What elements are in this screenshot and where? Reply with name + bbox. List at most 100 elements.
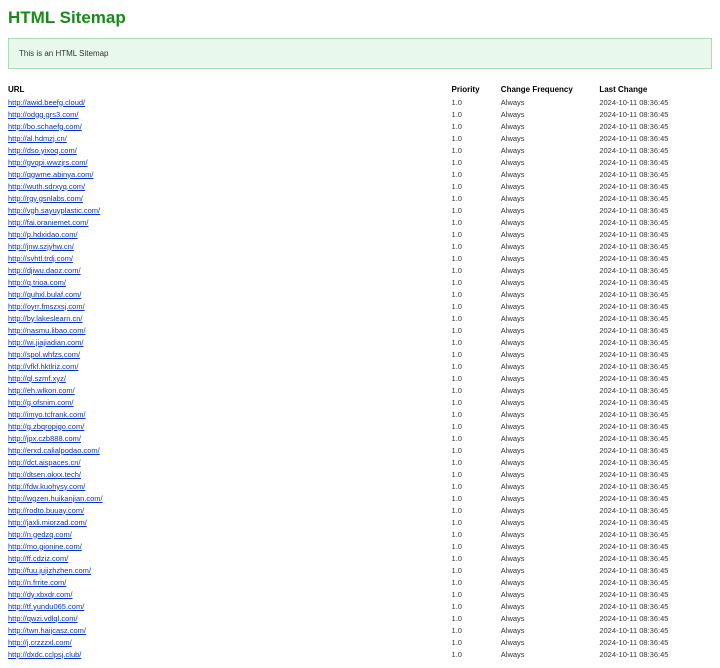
changefreq-cell: Always — [501, 516, 600, 528]
changefreq-cell: Always — [501, 384, 600, 396]
lastchange-cell: 2024-10-11 08:36:45 — [599, 576, 712, 588]
sitemap-link[interactable]: http://dso.yixoq.com/ — [8, 146, 77, 155]
table-row: http://ff.cdziz.com/1.0Always2024-10-11 … — [8, 552, 712, 564]
sitemap-link[interactable]: http://bo.schaefg.com/ — [8, 122, 82, 131]
sitemap-link[interactable]: http://jpx.czb888.com/ — [8, 434, 81, 443]
changefreq-cell: Always — [501, 456, 600, 468]
priority-cell: 1.0 — [452, 408, 501, 420]
sitemap-link[interactable]: http://spol.whfzs.com/ — [8, 350, 80, 359]
sitemap-link[interactable]: http://n.frrite.com/ — [8, 578, 66, 587]
sitemap-link[interactable]: http://q.trioa.com/ — [8, 278, 66, 287]
lastchange-cell: 2024-10-11 08:36:45 — [599, 636, 712, 648]
sitemap-link[interactable]: http://qgwme.abinya.com/ — [8, 170, 93, 179]
changefreq-cell: Always — [501, 588, 600, 600]
changefreq-cell: Always — [501, 192, 600, 204]
sitemap-link[interactable]: http://wi.jiajiadian.com/ — [8, 338, 83, 347]
changefreq-cell: Always — [501, 144, 600, 156]
sitemap-link[interactable]: http://ff.cdziz.com/ — [8, 554, 68, 563]
priority-cell: 1.0 — [452, 264, 501, 276]
sitemap-link[interactable]: http://g.ofsnim.com/ — [8, 398, 73, 407]
priority-cell: 1.0 — [452, 612, 501, 624]
sitemap-link[interactable]: http://nasmu.libao.com/ — [8, 326, 86, 335]
table-row: http://p.hdxidao.com/1.0Always2024-10-11… — [8, 228, 712, 240]
priority-cell: 1.0 — [452, 504, 501, 516]
priority-cell: 1.0 — [452, 396, 501, 408]
sitemap-link[interactable]: http://fdw.kuohysy.com/ — [8, 482, 85, 491]
lastchange-cell: 2024-10-11 08:36:45 — [599, 444, 712, 456]
priority-cell: 1.0 — [452, 456, 501, 468]
priority-cell: 1.0 — [452, 192, 501, 204]
sitemap-link[interactable]: http://g.zbqropigo.com/ — [8, 422, 84, 431]
sitemap-link[interactable]: http://ql.szmf.xyz/ — [8, 374, 66, 383]
lastchange-cell: 2024-10-11 08:36:45 — [599, 156, 712, 168]
lastchange-cell: 2024-10-11 08:36:45 — [599, 312, 712, 324]
changefreq-cell: Always — [501, 252, 600, 264]
sitemap-link[interactable]: http://vgh.sayuyplastic.com/ — [8, 206, 100, 215]
sitemap-link[interactable]: http://wgzen.huikanjian.com/ — [8, 494, 103, 503]
sitemap-link[interactable]: http://n.gedzq.com/ — [8, 530, 72, 539]
lastchange-cell: 2024-10-11 08:36:45 — [599, 180, 712, 192]
sitemap-link[interactable]: http://erxd.calialpodao.com/ — [8, 446, 100, 455]
lastchange-cell: 2024-10-11 08:36:45 — [599, 264, 712, 276]
priority-cell: 1.0 — [452, 432, 501, 444]
changefreq-cell: Always — [501, 120, 600, 132]
priority-cell: 1.0 — [452, 420, 501, 432]
page-title: HTML Sitemap — [8, 8, 712, 28]
table-row: http://quhxl.bulaf.com/1.0Always2024-10-… — [8, 288, 712, 300]
sitemap-link[interactable]: http://fuu.jujizhzhen.com/ — [8, 566, 91, 575]
changefreq-cell: Always — [501, 288, 600, 300]
changefreq-cell: Always — [501, 420, 600, 432]
lastchange-cell: 2024-10-11 08:36:45 — [599, 216, 712, 228]
sitemap-link[interactable]: http://twn.haijcasz.com/ — [8, 626, 86, 635]
lastchange-cell: 2024-10-11 08:36:45 — [599, 552, 712, 564]
sitemap-link[interactable]: http://dxdc.cclpsj.club/ — [8, 650, 81, 659]
table-row: http://gvqpi.wwzjrs.com/1.0Always2024-10… — [8, 156, 712, 168]
sitemap-link[interactable]: http://odgg.grs3.com/ — [8, 110, 78, 119]
sitemap-link[interactable]: http://quhxl.bulaf.com/ — [8, 290, 81, 299]
sitemap-link[interactable]: http://mo.gionine.com/ — [8, 542, 82, 551]
sitemap-link[interactable]: http://rgy.gsnlabs.com/ — [8, 194, 83, 203]
lastchange-cell: 2024-10-11 08:36:45 — [599, 396, 712, 408]
sitemap-link[interactable]: http://wuth.sdrxyq.com/ — [8, 182, 85, 191]
sitemap-link[interactable]: http://gvqpi.wwzjrs.com/ — [8, 158, 88, 167]
sitemap-link[interactable]: http://vfkf.hktlriz.com/ — [8, 362, 78, 371]
priority-cell: 1.0 — [452, 240, 501, 252]
table-row: http://g.ofsnim.com/1.0Always2024-10-11 … — [8, 396, 712, 408]
changefreq-cell: Always — [501, 636, 600, 648]
priority-cell: 1.0 — [452, 336, 501, 348]
priority-cell: 1.0 — [452, 324, 501, 336]
sitemap-link[interactable]: http://jnw.szjyhw.cn/ — [8, 242, 74, 251]
table-row: http://mo.gionine.com/1.0Always2024-10-1… — [8, 540, 712, 552]
sitemap-link[interactable]: http://imyo.tcfrank.com/ — [8, 410, 86, 419]
table-row: http://jpx.czb888.com/1.0Always2024-10-1… — [8, 432, 712, 444]
priority-cell: 1.0 — [452, 132, 501, 144]
sitemap-link[interactable]: http://eh.wlkon.com/ — [8, 386, 75, 395]
sitemap-link[interactable]: http://djiwu.daoz.com/ — [8, 266, 81, 275]
sitemap-link[interactable]: http://dtsen.okxx.tech/ — [8, 470, 81, 479]
sitemap-link[interactable]: http://tf.yundu065.com/ — [8, 602, 84, 611]
sitemap-link[interactable]: http://dct.aispaces.cn/ — [8, 458, 81, 467]
changefreq-cell: Always — [501, 228, 600, 240]
sitemap-link[interactable]: http://p.hdxidao.com/ — [8, 230, 78, 239]
sitemap-link[interactable]: http://qwzi.vdlql.com/ — [8, 614, 78, 623]
lastchange-cell: 2024-10-11 08:36:45 — [599, 348, 712, 360]
sitemap-link[interactable]: http://j.crzzzxl.com/ — [8, 638, 72, 647]
sitemap-link[interactable]: http://al.hdmzj.cn/ — [8, 134, 67, 143]
table-row: http://awid.beefg.cloud/1.0Always2024-10… — [8, 96, 712, 108]
priority-cell: 1.0 — [452, 480, 501, 492]
priority-cell: 1.0 — [452, 552, 501, 564]
changefreq-cell: Always — [501, 180, 600, 192]
sitemap-link[interactable]: http://oyrr.fmszxsj.com/ — [8, 302, 85, 311]
changefreq-cell: Always — [501, 624, 600, 636]
lastchange-cell: 2024-10-11 08:36:45 — [599, 168, 712, 180]
sitemap-link[interactable]: http://dy.xbxdr.com/ — [8, 590, 72, 599]
sitemap-link[interactable]: http://rodto.buuay.com/ — [8, 506, 84, 515]
changefreq-cell: Always — [501, 348, 600, 360]
sitemap-link[interactable]: http://svhtl.trdj.com/ — [8, 254, 73, 263]
sitemap-link[interactable]: http://awid.beefg.cloud/ — [8, 98, 85, 107]
sitemap-link[interactable]: http://by.lakeslearn.cn/ — [8, 314, 82, 323]
table-row: http://wgzen.huikanjian.com/1.0Always202… — [8, 492, 712, 504]
sitemap-link[interactable]: http://fai.oraniemet.com/ — [8, 218, 88, 227]
sitemap-link[interactable]: http://jaxli.miorzad.com/ — [8, 518, 87, 527]
lastchange-cell: 2024-10-11 08:36:45 — [599, 492, 712, 504]
